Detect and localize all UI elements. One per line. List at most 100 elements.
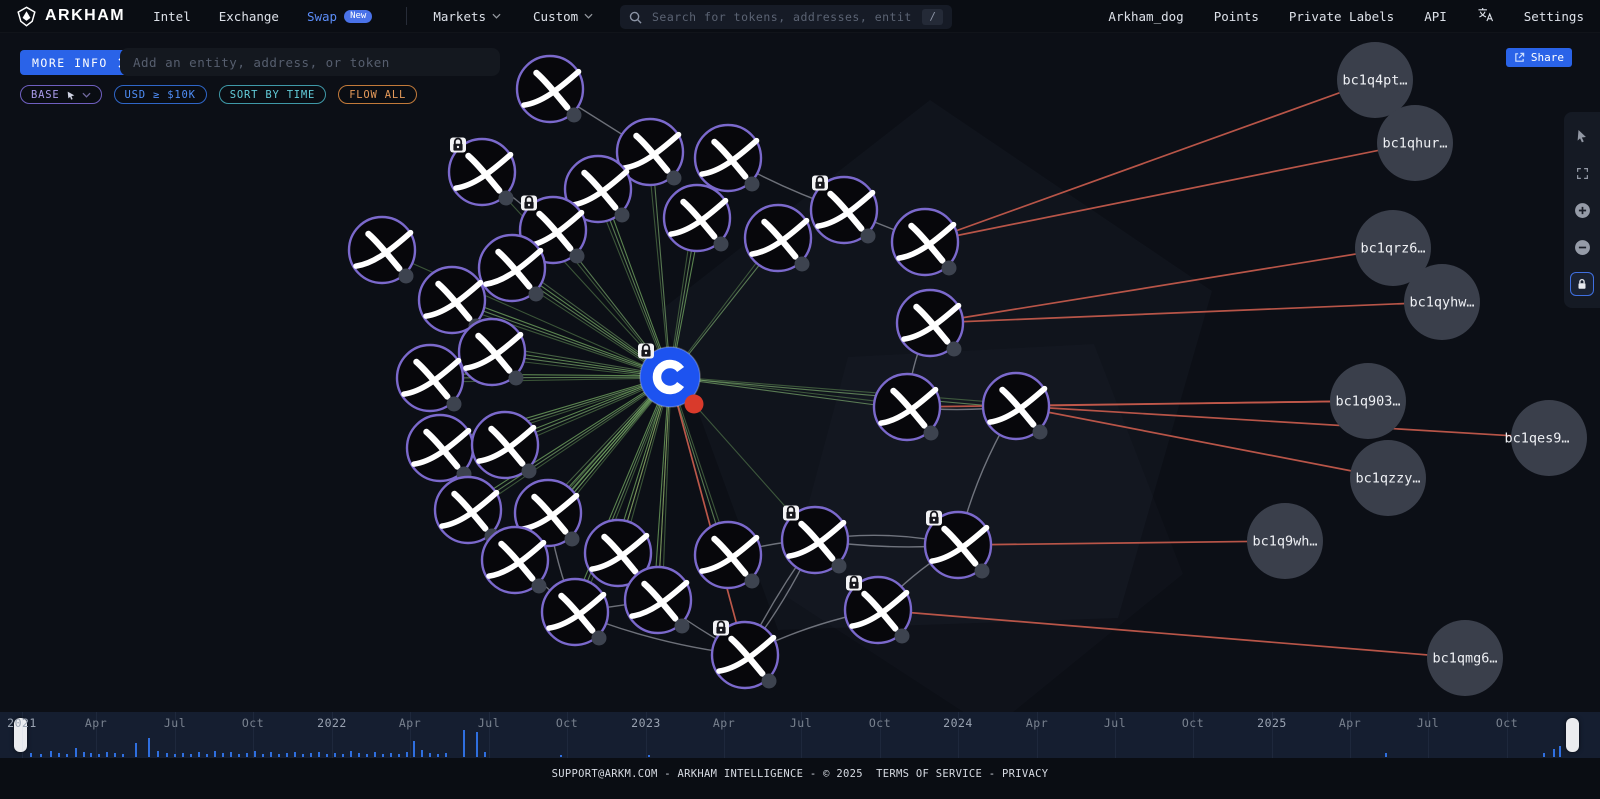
entity-node[interactable]	[664, 185, 730, 252]
add-entity-input[interactable]	[120, 48, 500, 76]
nav-user-username[interactable]: Arkham_dog	[1108, 9, 1183, 24]
support-email-link[interactable]: SUPPORT@ARKM.COM	[552, 768, 658, 799]
entity-node[interactable]	[925, 511, 991, 579]
timeline-histogram-bar	[270, 752, 272, 757]
entity-node[interactable]	[892, 209, 958, 276]
entity-node[interactable]	[449, 138, 515, 206]
entity-node[interactable]	[407, 415, 473, 482]
filter-chip-usd[interactable]: USD ≥ $10K	[114, 85, 207, 104]
entity-node[interactable]	[695, 125, 761, 192]
entity-node[interactable]	[542, 579, 608, 646]
lock-layout-button[interactable]	[1570, 272, 1594, 296]
select-cursor-button[interactable]	[1570, 124, 1594, 148]
entity-node[interactable]	[811, 176, 877, 244]
search-bar[interactable]: /	[620, 5, 952, 29]
timeline-tick-label: 2023	[631, 716, 661, 730]
transfer-edge-green	[430, 377, 670, 378]
node-dot-badge	[567, 108, 582, 123]
timeline-histogram-bar	[310, 753, 312, 757]
timeline-tick-label: Oct	[1496, 716, 1518, 730]
graph-canvas[interactable]: bc1q4pt… bc1qhur… bc1qrz6… bc1qyhw… bc1q903……	[0, 0, 1600, 799]
chevron-down-icon	[492, 13, 501, 19]
node-dot-badge	[745, 574, 760, 589]
node-dot-badge	[499, 191, 514, 206]
timeline-histogram-bar	[106, 752, 108, 757]
timeline-handle-right[interactable]	[1566, 718, 1579, 752]
zoom-in-button[interactable]	[1570, 198, 1594, 222]
node-dot-badge	[942, 261, 957, 276]
entity-node[interactable]	[472, 412, 538, 479]
brand[interactable]: ARKHAM	[16, 6, 125, 27]
address-node[interactable]: bc1q9wh…	[1247, 503, 1323, 579]
address-label: bc1q903…	[1335, 394, 1400, 410]
timeline-histogram-bar	[246, 753, 248, 757]
timeline-tick-label: Apr	[1339, 716, 1361, 730]
entity-node[interactable]	[695, 522, 761, 589]
external-link-icon	[1514, 52, 1525, 63]
entity-node[interactable]	[625, 567, 691, 634]
address-node[interactable]: bc1qmg6…	[1427, 620, 1503, 696]
address-node[interactable]: bc1qzzy…	[1350, 440, 1426, 516]
share-button[interactable]: Share	[1506, 48, 1572, 67]
entity-node[interactable]	[517, 56, 583, 123]
nav-links: Intel Exchange SwapNew	[153, 9, 400, 24]
timeline[interactable]: 2021AprJulOct2022AprJulOct2023AprJulOct2…	[0, 712, 1600, 758]
entity-node[interactable]	[897, 290, 963, 357]
nav-user-api[interactable]: API	[1424, 9, 1447, 24]
terms-link[interactable]: TERMS OF SERVICE	[876, 768, 982, 799]
nav-link-swap[interactable]: SwapNew	[307, 9, 372, 24]
search-input[interactable]	[650, 9, 914, 25]
address-node[interactable]: bc1qes9…	[1504, 400, 1587, 476]
zoom-out-button[interactable]	[1570, 235, 1594, 259]
node-dot-badge	[832, 559, 847, 574]
timeline-tick-label: Jul	[1417, 716, 1439, 730]
timeline-tick-label: 2024	[943, 716, 973, 730]
nav-link-intel[interactable]: Intel	[153, 9, 191, 24]
node-dot-badge	[795, 257, 810, 272]
entity-node[interactable]	[874, 374, 940, 441]
address-node[interactable]: bc1q903…	[1330, 363, 1406, 439]
filter-chip-base[interactable]: BASE	[20, 85, 102, 104]
entity-node[interactable]	[459, 319, 525, 386]
entity-node[interactable]	[782, 506, 848, 574]
entity-node[interactable]	[983, 373, 1049, 440]
timeline-tick-label: 2025	[1257, 716, 1287, 730]
timeline-tick-label: Jul	[164, 716, 186, 730]
fit-view-button[interactable]	[1570, 161, 1594, 185]
nav-user-private-labels[interactable]: Private Labels	[1289, 9, 1394, 24]
node-dot-badge	[447, 397, 462, 412]
entity-node[interactable]	[397, 345, 463, 412]
timeline-histogram-bar	[374, 752, 376, 757]
nav-link-exchange[interactable]: Exchange	[219, 9, 279, 24]
filter-chips: BASE USD ≥ $10K SORT BY TIME FLOW ALL	[20, 85, 417, 104]
entity-node[interactable]	[712, 621, 778, 689]
address-node[interactable]: bc1qhur…	[1377, 105, 1453, 181]
node-dot-badge	[861, 229, 876, 244]
timeline-histogram-bar	[445, 753, 447, 757]
nav-user-settings[interactable]: Settings	[1524, 9, 1584, 24]
timeline-histogram-bar	[398, 754, 400, 757]
timeline-tick-label: 2022	[317, 716, 347, 730]
filter-chip-sort[interactable]: SORT BY TIME	[219, 85, 326, 104]
nav-user-points[interactable]: Points	[1214, 9, 1259, 24]
timeline-histogram-bar	[90, 753, 92, 757]
nav-menu-custom[interactable]: Custom	[533, 9, 593, 24]
entity-node[interactable]	[845, 576, 911, 644]
entity-node[interactable]	[349, 217, 415, 284]
address-node[interactable]: bc1q4pt…	[1337, 42, 1413, 118]
entity-node[interactable]	[435, 477, 501, 544]
address-label: bc1qhur…	[1382, 136, 1447, 152]
privacy-link[interactable]: PRIVACY	[1002, 768, 1048, 799]
address-label: bc1qrz6…	[1360, 241, 1425, 257]
entity-node[interactable]	[745, 205, 811, 272]
nav-user-translate[interactable]	[1477, 7, 1494, 25]
nav-menu-markets[interactable]: Markets	[433, 9, 501, 24]
footer-separator: -	[658, 768, 678, 799]
filter-chip-flow[interactable]: FLOW ALL	[338, 85, 417, 104]
timeline-histogram-bar	[50, 751, 52, 757]
zoom-in-icon	[1574, 202, 1591, 219]
entity-node[interactable]	[479, 235, 545, 302]
address-node[interactable]: bc1qyhw…	[1404, 264, 1480, 340]
footer-copyright: - © 2025	[803, 768, 876, 799]
entity-node[interactable]	[482, 527, 548, 594]
